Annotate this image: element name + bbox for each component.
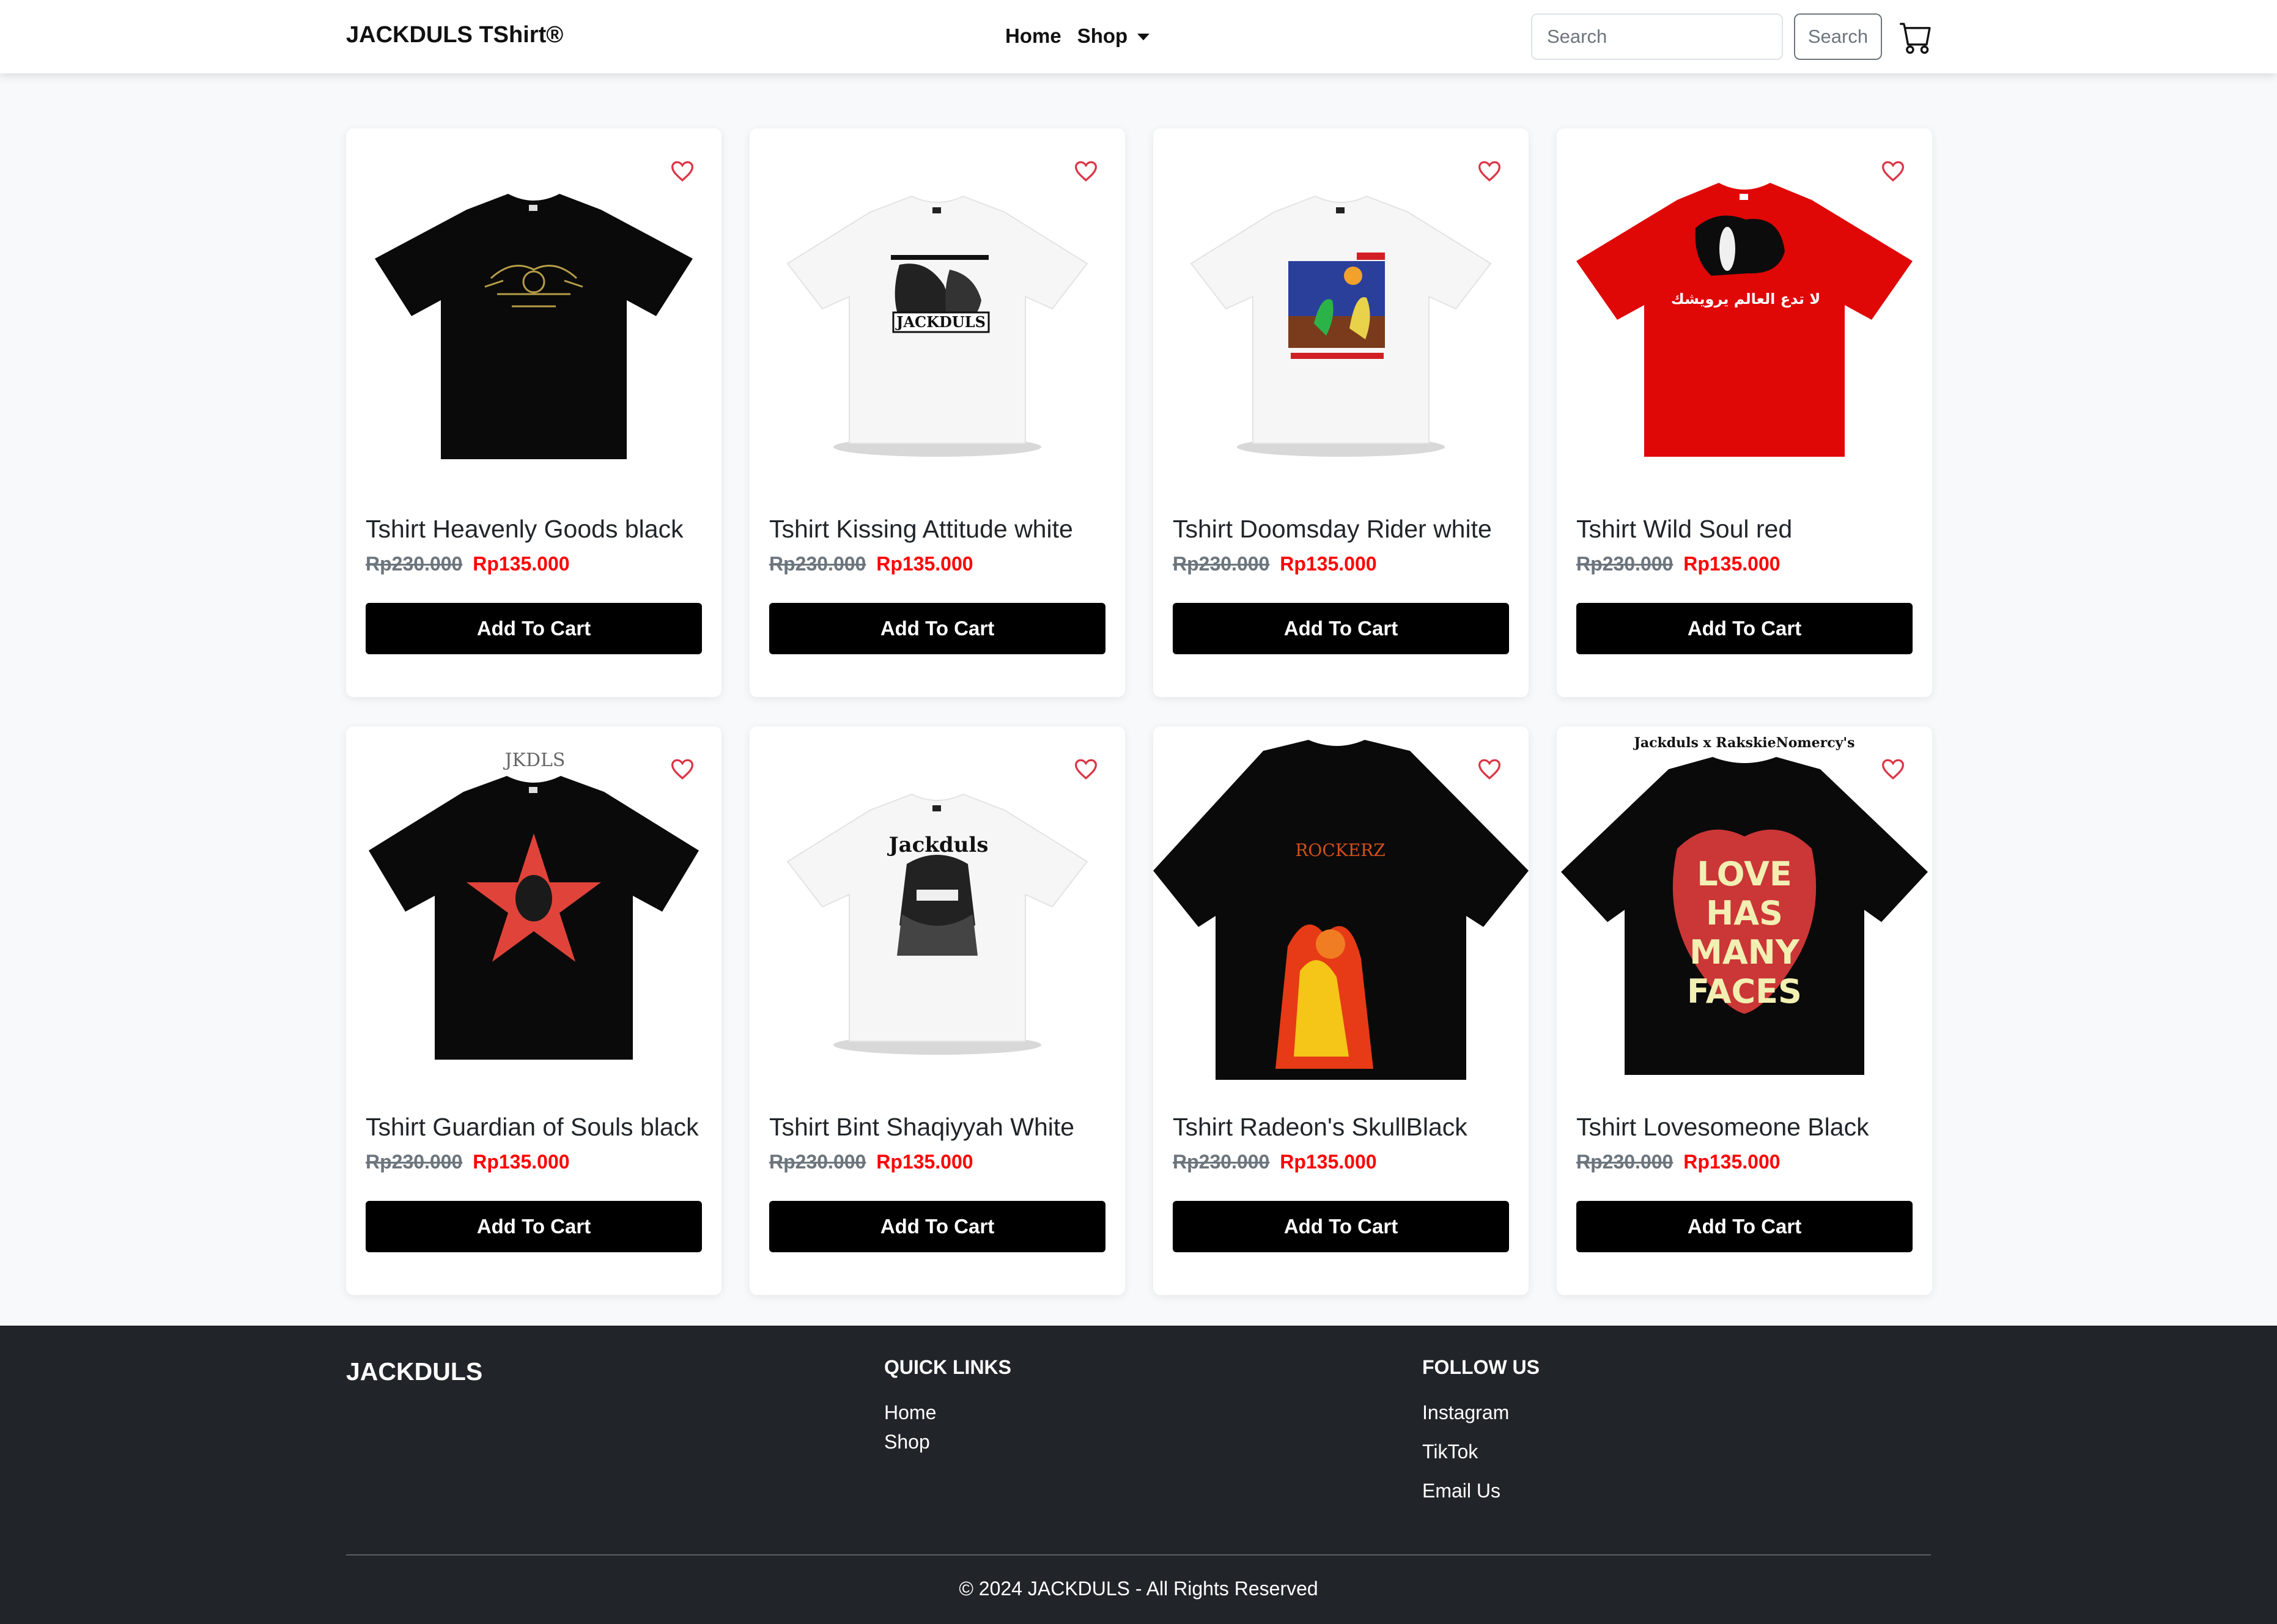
add-to-cart-button[interactable]: Add To Cart [1576, 1201, 1913, 1252]
product-art-text: LOVE [1697, 855, 1792, 893]
footer-link-shop[interactable]: Shop [884, 1431, 930, 1453]
product-art-text: FACES [1687, 972, 1802, 1011]
product-card: لا تدع العالم يرويشك Tshirt Wild Soul re… [1557, 128, 1932, 697]
add-to-cart-button[interactable]: Add To Cart [769, 603, 1105, 654]
price-block: Rp230.000 Rp135.000 [1576, 553, 1781, 575]
product-card: Tshirt Heavenly Goods black Rp230.000 Rp… [346, 128, 721, 697]
price-block: Rp230.000 Rp135.000 [1173, 1151, 1377, 1173]
product-title[interactable]: Tshirt Wild Soul red [1576, 515, 1792, 544]
footer-link-instagram[interactable]: Instagram [1422, 1401, 1509, 1424]
sale-price: Rp135.000 [876, 553, 973, 575]
product-art-text: MANY [1689, 933, 1800, 972]
price-block: Rp230.000 Rp135.000 [366, 1151, 570, 1173]
price-block: Rp230.000 Rp135.000 [366, 553, 570, 575]
brand-logo[interactable]: JACKDULS TShirt® [346, 22, 563, 48]
footer-divider [346, 1554, 1931, 1556]
product-title[interactable]: Tshirt Kissing Attitude white [769, 515, 1073, 544]
navbar: JACKDULS TShirt® Home Shop Search [0, 0, 2277, 73]
product-card: JACKDULS Tshirt Kissing Attitude white R… [750, 128, 1125, 697]
chevron-down-icon [1137, 33, 1150, 40]
product-image[interactable]: LOVE HAS MANY FACES [1557, 726, 1932, 1087]
heart-icon[interactable] [1881, 758, 1905, 780]
heart-icon[interactable] [1074, 758, 1098, 780]
add-to-cart-button[interactable]: Add To Cart [1576, 603, 1913, 654]
product-image[interactable]: لا تدع العالم يرويشك [1557, 128, 1932, 489]
product-title[interactable]: Tshirt Heavenly Goods black [366, 515, 684, 544]
sale-price: Rp135.000 [1683, 553, 1781, 575]
footer: JACKDULS QUICK LINKS Home Shop FOLLOW US… [0, 1326, 2277, 1624]
price-block: Rp230.000 Rp135.000 [769, 553, 973, 575]
add-to-cart-button[interactable]: Add To Cart [366, 603, 702, 654]
product-title[interactable]: Tshirt Lovesomeone Black [1576, 1113, 1869, 1142]
product-art-text: HAS [1706, 894, 1783, 932]
product-art-text: لا تدع العالم يرويشك [1671, 290, 1820, 308]
nav-links: Home Shop [1005, 24, 1150, 48]
product-image[interactable]: JACKDULS [750, 128, 1125, 489]
svg-text:ROCKERZ: ROCKERZ [1295, 840, 1385, 860]
price-block: Rp230.000 Rp135.000 [769, 1151, 973, 1173]
svg-text:JACKDULS: JACKDULS [895, 313, 986, 331]
add-to-cart-button[interactable]: Add To Cart [1173, 603, 1509, 654]
search-button[interactable]: Search [1794, 13, 1882, 60]
product-title[interactable]: Tshirt Radeon's SkullBlack [1173, 1113, 1467, 1142]
product-image[interactable]: JKDLS [346, 726, 721, 1087]
heart-icon[interactable] [1881, 160, 1905, 182]
nav-home-link[interactable]: Home [1005, 24, 1061, 48]
product-card: ROCKERZ Tshirt Radeon's SkullBlack Rp230… [1153, 726, 1529, 1295]
product-title[interactable]: Tshirt Guardian of Souls black [366, 1113, 699, 1142]
old-price: Rp230.000 [1576, 553, 1674, 575]
heart-icon[interactable] [670, 758, 695, 780]
add-to-cart-button[interactable]: Add To Cart [769, 1201, 1105, 1252]
old-price: Rp230.000 [366, 1151, 463, 1173]
sale-price: Rp135.000 [876, 1151, 973, 1173]
svg-text:Jackduls: Jackduls [887, 833, 989, 857]
sale-price: Rp135.000 [473, 553, 570, 575]
svg-text:JKDLS: JKDLS [503, 750, 566, 771]
heart-icon[interactable] [1074, 160, 1098, 182]
product-card: Tshirt Doomsday Rider white Rp230.000 Rp… [1153, 128, 1529, 697]
footer-link-tiktok[interactable]: TikTok [1422, 1441, 1478, 1463]
old-price: Rp230.000 [769, 553, 866, 575]
footer-brand: JACKDULS [346, 1357, 483, 1386]
old-price: Rp230.000 [1173, 553, 1270, 575]
footer-link-email[interactable]: Email Us [1422, 1480, 1500, 1502]
footer-quick-links-heading: QUICK LINKS [884, 1356, 1011, 1378]
sale-price: Rp135.000 [1280, 1151, 1377, 1173]
product-title[interactable]: Tshirt Doomsday Rider white [1173, 515, 1492, 544]
nav-shop-dropdown[interactable]: Shop [1077, 24, 1150, 48]
sale-price: Rp135.000 [1683, 1151, 1781, 1173]
copyright: © 2024 JACKDULS - All Rights Reserved [959, 1578, 1318, 1600]
old-price: Rp230.000 [1173, 1151, 1270, 1173]
product-image[interactable]: Jackduls [750, 726, 1125, 1087]
product-image[interactable]: ROCKERZ [1153, 726, 1529, 1087]
nav-shop-label: Shop [1077, 24, 1128, 47]
old-price: Rp230.000 [1576, 1151, 1674, 1173]
footer-follow-heading: FOLLOW US [1422, 1356, 1540, 1378]
heart-icon[interactable] [670, 160, 695, 182]
old-price: Rp230.000 [769, 1151, 866, 1173]
product-title[interactable]: Tshirt Bint Shaqiyyah White [769, 1113, 1074, 1142]
product-card: JKDLS Tshirt Guardian of Souls black Rp2… [346, 726, 721, 1295]
add-to-cart-button[interactable]: Add To Cart [1173, 1201, 1509, 1252]
product-image[interactable] [1153, 128, 1529, 489]
price-block: Rp230.000 Rp135.000 [1576, 1151, 1781, 1173]
add-to-cart-button[interactable]: Add To Cart [366, 1201, 702, 1252]
footer-link-home[interactable]: Home [884, 1401, 936, 1424]
product-card: Jackduls x RakskieNomercy's LOVE HAS MAN… [1557, 726, 1932, 1295]
heart-icon[interactable] [1477, 758, 1502, 780]
heart-icon[interactable] [1477, 160, 1502, 182]
search-input[interactable] [1531, 13, 1783, 60]
cart-icon[interactable] [1899, 21, 1933, 54]
sale-price: Rp135.000 [473, 1151, 570, 1173]
product-image[interactable] [346, 128, 721, 489]
old-price: Rp230.000 [366, 553, 463, 575]
price-block: Rp230.000 Rp135.000 [1173, 553, 1377, 575]
product-card: Jackduls Tshirt Bint Shaqiyyah White Rp2… [750, 726, 1125, 1295]
sale-price: Rp135.000 [1280, 553, 1377, 575]
